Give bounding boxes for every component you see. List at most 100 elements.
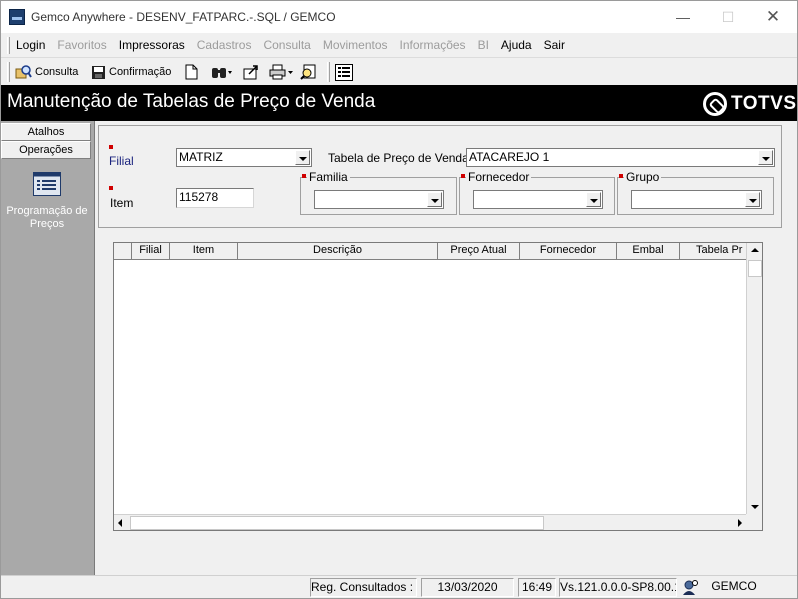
required-marker [109, 145, 113, 149]
menu-impressoras[interactable]: Impressoras [119, 38, 185, 52]
chevron-down-icon[interactable] [586, 192, 601, 207]
grupo-group: Grupo [617, 170, 774, 215]
toolbar-grip [7, 62, 10, 82]
app-window: Gemco Anywhere - DESENV_FATPARC.-.SQL / … [0, 0, 798, 599]
chevron-down-icon[interactable] [745, 192, 760, 207]
new-document-icon [185, 64, 198, 80]
main-panel: Filial MATRIZ Tabela de Preço de Venda A… [96, 121, 797, 575]
horizontal-scroll-thumb[interactable] [130, 516, 544, 530]
status-time: 16:49 [518, 578, 556, 597]
totvs-logo-icon [703, 92, 727, 116]
tab-operacoes[interactable]: Operações [1, 141, 91, 159]
binoculars-icon [212, 68, 232, 78]
grid-col-embal[interactable]: Embal [617, 243, 680, 259]
fornecedor-label: Fornecedor [466, 170, 532, 184]
export-icon [243, 65, 258, 80]
grid-col-item[interactable]: Item [170, 243, 238, 259]
status-date: 13/03/2020 [421, 578, 514, 597]
filial-value: MATRIZ [179, 150, 223, 164]
grid-vertical-scrollbar[interactable] [746, 243, 762, 514]
status-registros: Reg. Consultados : 0 [310, 578, 417, 597]
menu-consulta[interactable]: Consulta [263, 38, 310, 52]
price-program-icon[interactable] [33, 172, 61, 196]
menu-cadastros[interactable]: Cadastros [197, 38, 252, 52]
window-title: Gemco Anywhere - DESENV_FATPARC.-.SQL / … [31, 10, 336, 24]
status-version: Vs.121.0.0.0-SP8.00.13 [559, 578, 677, 597]
grid-horizontal-scrollbar[interactable] [114, 514, 746, 530]
required-marker [619, 174, 623, 178]
grid-col-tabela-preco[interactable]: Tabela Pr [680, 243, 746, 259]
item-input[interactable]: 115278 [176, 188, 254, 208]
chevron-down-icon[interactable] [295, 150, 310, 165]
scroll-left-icon[interactable] [118, 519, 122, 527]
menu-bar: Login Favoritos Impressoras Cadastros Co… [1, 33, 797, 58]
familia-label: Familia [307, 170, 350, 184]
grid-col-filial[interactable]: Filial [132, 243, 170, 259]
fornecedor-group: Fornecedor [459, 170, 615, 215]
user-status-icon [679, 578, 701, 597]
find-button[interactable] [211, 62, 233, 82]
grid-col-preco-atual[interactable]: Preço Atual [438, 243, 520, 259]
filter-panel: Filial MATRIZ Tabela de Preço de Venda A… [98, 125, 782, 228]
scroll-right-icon[interactable] [738, 519, 742, 527]
export-button[interactable] [243, 62, 260, 82]
results-grid[interactable]: Filial Item Descrição Preço Atual Fornec… [113, 242, 763, 531]
status-user: GEMCO [711, 579, 757, 593]
grid-col-descricao[interactable]: Descrição [238, 243, 438, 259]
app-icon [9, 9, 25, 25]
confirmacao-button[interactable]: Confirmação [91, 62, 171, 82]
minimize-button[interactable]: — [660, 1, 706, 33]
new-document-button[interactable] [185, 62, 198, 82]
grid-col-fornecedor[interactable]: Fornecedor [520, 243, 617, 259]
menu-sair[interactable]: Sair [544, 38, 565, 52]
filial-select[interactable]: MATRIZ [176, 148, 312, 167]
familia-select[interactable] [314, 190, 444, 209]
scroll-down-icon[interactable] [751, 505, 759, 509]
menu-informacoes[interactable]: Informações [400, 38, 466, 52]
confirmacao-label: Confirmação [109, 66, 172, 78]
menu-grip [7, 37, 10, 54]
grid-header: Filial Item Descrição Preço Atual Fornec… [114, 243, 746, 260]
search-sheet-button[interactable] [300, 62, 317, 82]
menu-movimentos[interactable]: Movimentos [323, 38, 388, 52]
sidebar-item-programacao-precos[interactable]: Programação de Preços [3, 205, 91, 231]
totvs-logo-text: TOTVS [731, 93, 797, 114]
maximize-button[interactable]: ☐ [705, 1, 751, 33]
page-title: Manutenção de Tabelas de Preço de Venda [7, 91, 376, 112]
grid-col-selector[interactable] [114, 243, 132, 259]
consulta-button[interactable]: Consulta [15, 62, 78, 82]
required-marker [461, 174, 465, 178]
fornecedor-select[interactable] [473, 190, 603, 209]
grupo-select[interactable] [631, 190, 762, 209]
tabela-value: ATACAREJO 1 [469, 150, 550, 164]
menu-bi[interactable]: BI [478, 38, 489, 52]
consulta-label: Consulta [35, 66, 79, 78]
save-icon [92, 65, 105, 79]
tabela-label: Tabela de Preço de Venda [328, 151, 469, 165]
toolbar: Consulta Confirmação [1, 59, 797, 85]
vertical-scroll-thumb[interactable] [748, 260, 762, 277]
menu-login[interactable]: Login [16, 38, 45, 52]
scroll-corner [746, 514, 762, 530]
print-icon [269, 64, 293, 80]
grupo-label: Grupo [624, 170, 662, 184]
menu-ajuda[interactable]: Ajuda [501, 38, 532, 52]
menu-favoritos[interactable]: Favoritos [57, 38, 106, 52]
close-button[interactable]: ✕ [750, 1, 796, 33]
familia-group: Familia [300, 170, 457, 215]
item-label: Item [110, 196, 134, 210]
required-marker [109, 186, 113, 190]
tabela-select[interactable]: ATACAREJO 1 [466, 148, 775, 167]
chevron-down-icon[interactable] [758, 150, 773, 165]
scroll-up-icon[interactable] [751, 248, 759, 252]
header-banner: Manutenção de Tabelas de Preço de Venda … [1, 85, 797, 121]
list-view-icon [335, 63, 353, 81]
filial-label: Filial [109, 154, 134, 168]
toolbar-separator [327, 62, 330, 82]
print-button[interactable] [269, 62, 295, 82]
list-view-button[interactable] [335, 62, 353, 82]
title-bar: Gemco Anywhere - DESENV_FATPARC.-.SQL / … [1, 1, 797, 33]
chevron-down-icon[interactable] [427, 192, 442, 207]
sidebar: Atalhos Operações Programação de Preços [1, 121, 95, 575]
tab-atalhos[interactable]: Atalhos [1, 123, 91, 141]
